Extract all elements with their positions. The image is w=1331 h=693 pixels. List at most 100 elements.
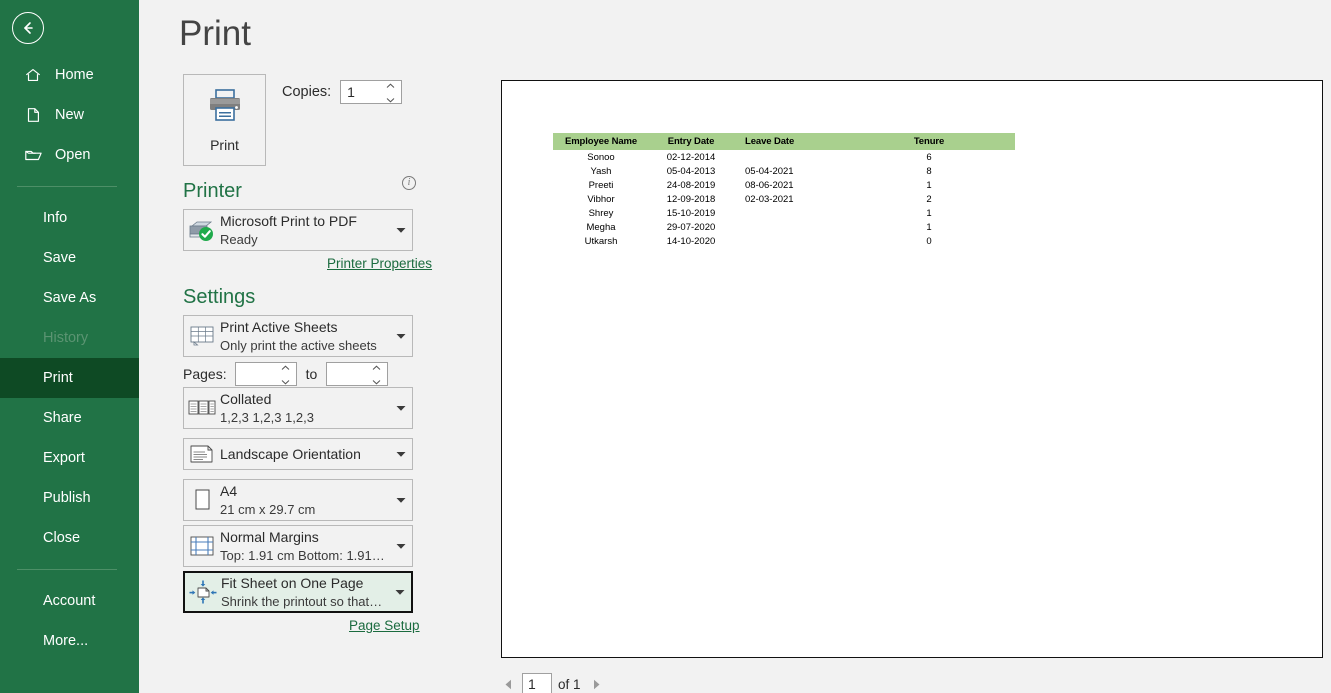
table-cell <box>733 206 843 220</box>
pages-to-label: to <box>305 366 318 382</box>
sidebar-item-new[interactable]: New <box>0 95 139 135</box>
spinner-up-icon[interactable] <box>281 365 292 371</box>
orientation-line1: Landscape Orientation <box>220 446 361 462</box>
orientation-select[interactable]: Landscape Orientation <box>183 438 413 470</box>
paper-size-text: A4 21 cm x 29.7 cm <box>220 483 390 517</box>
sidebar-divider-2 <box>17 569 117 570</box>
print-settings-panel: Print Copies: Printer i <box>179 70 469 660</box>
table-cell: 02-12-2014 <box>666 151 716 163</box>
sidebar-item-account[interactable]: Account <box>0 581 139 621</box>
copies-label: Copies: <box>282 84 332 100</box>
preview-pager: of 1 <box>500 672 605 693</box>
pages-to-spinner[interactable] <box>372 365 383 385</box>
spinner-up-icon[interactable] <box>386 83 397 89</box>
scaling-select[interactable]: Fit Sheet on One Page Shrink the printou… <box>183 571 413 613</box>
chevron-down-icon[interactable] <box>390 405 412 412</box>
sidebar-item-label: Save As <box>43 289 97 306</box>
chevron-down-icon[interactable] <box>390 497 412 504</box>
sidebar-item-share[interactable]: Share <box>0 398 139 438</box>
chevron-down-icon[interactable] <box>390 451 412 458</box>
back-arrow-icon[interactable] <box>12 12 44 44</box>
table-cell: Yash <box>590 165 612 177</box>
sidebar-item-label: Export <box>43 449 85 466</box>
pages-to-stepper[interactable] <box>326 362 389 386</box>
spinner-up-icon[interactable] <box>372 365 383 371</box>
sidebar-item-label: Share <box>43 409 82 426</box>
scaling-line2: Shrink the printout so that it... <box>221 594 385 609</box>
sidebar-item-label: Info <box>43 209 68 226</box>
sidebar-item-history: History <box>0 318 139 358</box>
table-cell: 2 <box>926 193 932 205</box>
sidebar-item-export[interactable]: Export <box>0 438 139 478</box>
table-row: Utkarsh 14-10-2020 0 <box>553 234 1015 248</box>
table-cell: 1 <box>926 179 932 191</box>
printer-properties-link[interactable]: Printer Properties <box>327 256 432 271</box>
print-preview-page: Employee Name Entry Date Leave Date Tenu… <box>501 80 1323 658</box>
preview-table-head: Employee Name Entry Date Leave Date Tenu… <box>553 133 1015 150</box>
sidebar-item-label: Account <box>43 592 96 609</box>
collation-select[interactable]: Collated 1,2,3 1,2,3 1,2,3 <box>183 387 413 429</box>
pages-from-stepper[interactable] <box>234 362 297 386</box>
table-cell: Shrey <box>588 207 614 219</box>
table-cell: 29-07-2020 <box>666 221 716 233</box>
table-row: Shrey 15-10-2019 1 <box>553 206 1015 220</box>
preview-data-table: Employee Name Entry Date Leave Date Tenu… <box>553 133 1015 248</box>
paper-size-icon <box>184 487 220 513</box>
sidebar-item-more[interactable]: More... <box>0 621 139 661</box>
sidebar-item-home[interactable]: Home <box>0 55 139 95</box>
print-what-select[interactable]: Print Active Sheets Only print the activ… <box>183 315 413 357</box>
printer-select[interactable]: Microsoft Print to PDF Ready <box>183 209 413 251</box>
table-cell <box>733 150 843 164</box>
chevron-left-icon[interactable] <box>500 675 516 693</box>
chevron-down-icon[interactable] <box>390 333 412 340</box>
paper-size-select[interactable]: A4 21 cm x 29.7 cm <box>183 479 413 521</box>
spinner-down-icon[interactable] <box>386 97 397 103</box>
orientation-text: Landscape Orientation <box>220 446 390 462</box>
chevron-right-icon[interactable] <box>589 675 605 693</box>
print-what-line1: Print Active Sheets <box>220 319 338 335</box>
sidebar-item-close[interactable]: Close <box>0 518 139 558</box>
sidebar-item-open[interactable]: Open <box>0 135 139 175</box>
print-button[interactable]: Print <box>183 74 266 166</box>
sidebar-item-label: Print <box>43 369 73 386</box>
sidebar-item-print[interactable]: Print <box>0 358 139 398</box>
home-icon <box>22 64 44 86</box>
sidebar-divider-1 <box>17 186 117 187</box>
page-number-input-wrapper[interactable] <box>522 672 552 693</box>
sidebar-item-info[interactable]: Info <box>0 198 139 238</box>
margins-select[interactable]: Normal Margins Top: 1.91 cm Bottom: 1.91… <box>183 525 413 567</box>
sidebar-item-save-as[interactable]: Save As <box>0 278 139 318</box>
printer-section-heading: Printer <box>183 180 242 202</box>
collated-icon <box>184 397 220 419</box>
copies-spinner-buttons[interactable] <box>386 83 397 103</box>
spinner-down-icon[interactable] <box>372 379 383 385</box>
sidebar-item-publish[interactable]: Publish <box>0 478 139 518</box>
table-cell: 0 <box>926 235 932 247</box>
printer-name: Microsoft Print to PDF <box>220 213 357 229</box>
copies-row: Copies: <box>282 80 403 104</box>
table-row: Megha 29-07-2020 1 <box>553 220 1015 234</box>
chevron-down-icon[interactable] <box>389 589 411 596</box>
sidebar-item-label: Publish <box>43 489 91 506</box>
sidebar-item-label: Close <box>43 529 81 546</box>
margins-line1: Normal Margins <box>220 529 319 545</box>
sidebar-item-save[interactable]: Save <box>0 238 139 278</box>
chevron-down-icon[interactable] <box>390 227 412 234</box>
print-backstage-view: Home New Open Info Save Save As History … <box>0 0 1331 693</box>
chevron-down-icon[interactable] <box>390 543 412 550</box>
page-setup-link[interactable]: Page Setup <box>349 618 420 633</box>
page-number-input[interactable] <box>523 673 551 693</box>
page-count-label: of 1 <box>558 676 581 692</box>
pages-range-row: Pages: to <box>183 362 389 386</box>
printer-status: Ready <box>220 232 258 247</box>
pages-from-spinner[interactable] <box>281 365 292 385</box>
copies-stepper[interactable] <box>340 80 403 104</box>
info-icon[interactable]: i <box>402 176 416 190</box>
table-cell <box>733 234 843 248</box>
sidebar-item-label: Save <box>43 249 77 266</box>
paper-size-line2: 21 cm x 29.7 cm <box>220 502 316 517</box>
collation-text: Collated 1,2,3 1,2,3 1,2,3 <box>220 391 390 425</box>
spinner-down-icon[interactable] <box>281 379 292 385</box>
table-cell: 8 <box>926 165 932 177</box>
table-cell: Sonoo <box>587 151 615 163</box>
